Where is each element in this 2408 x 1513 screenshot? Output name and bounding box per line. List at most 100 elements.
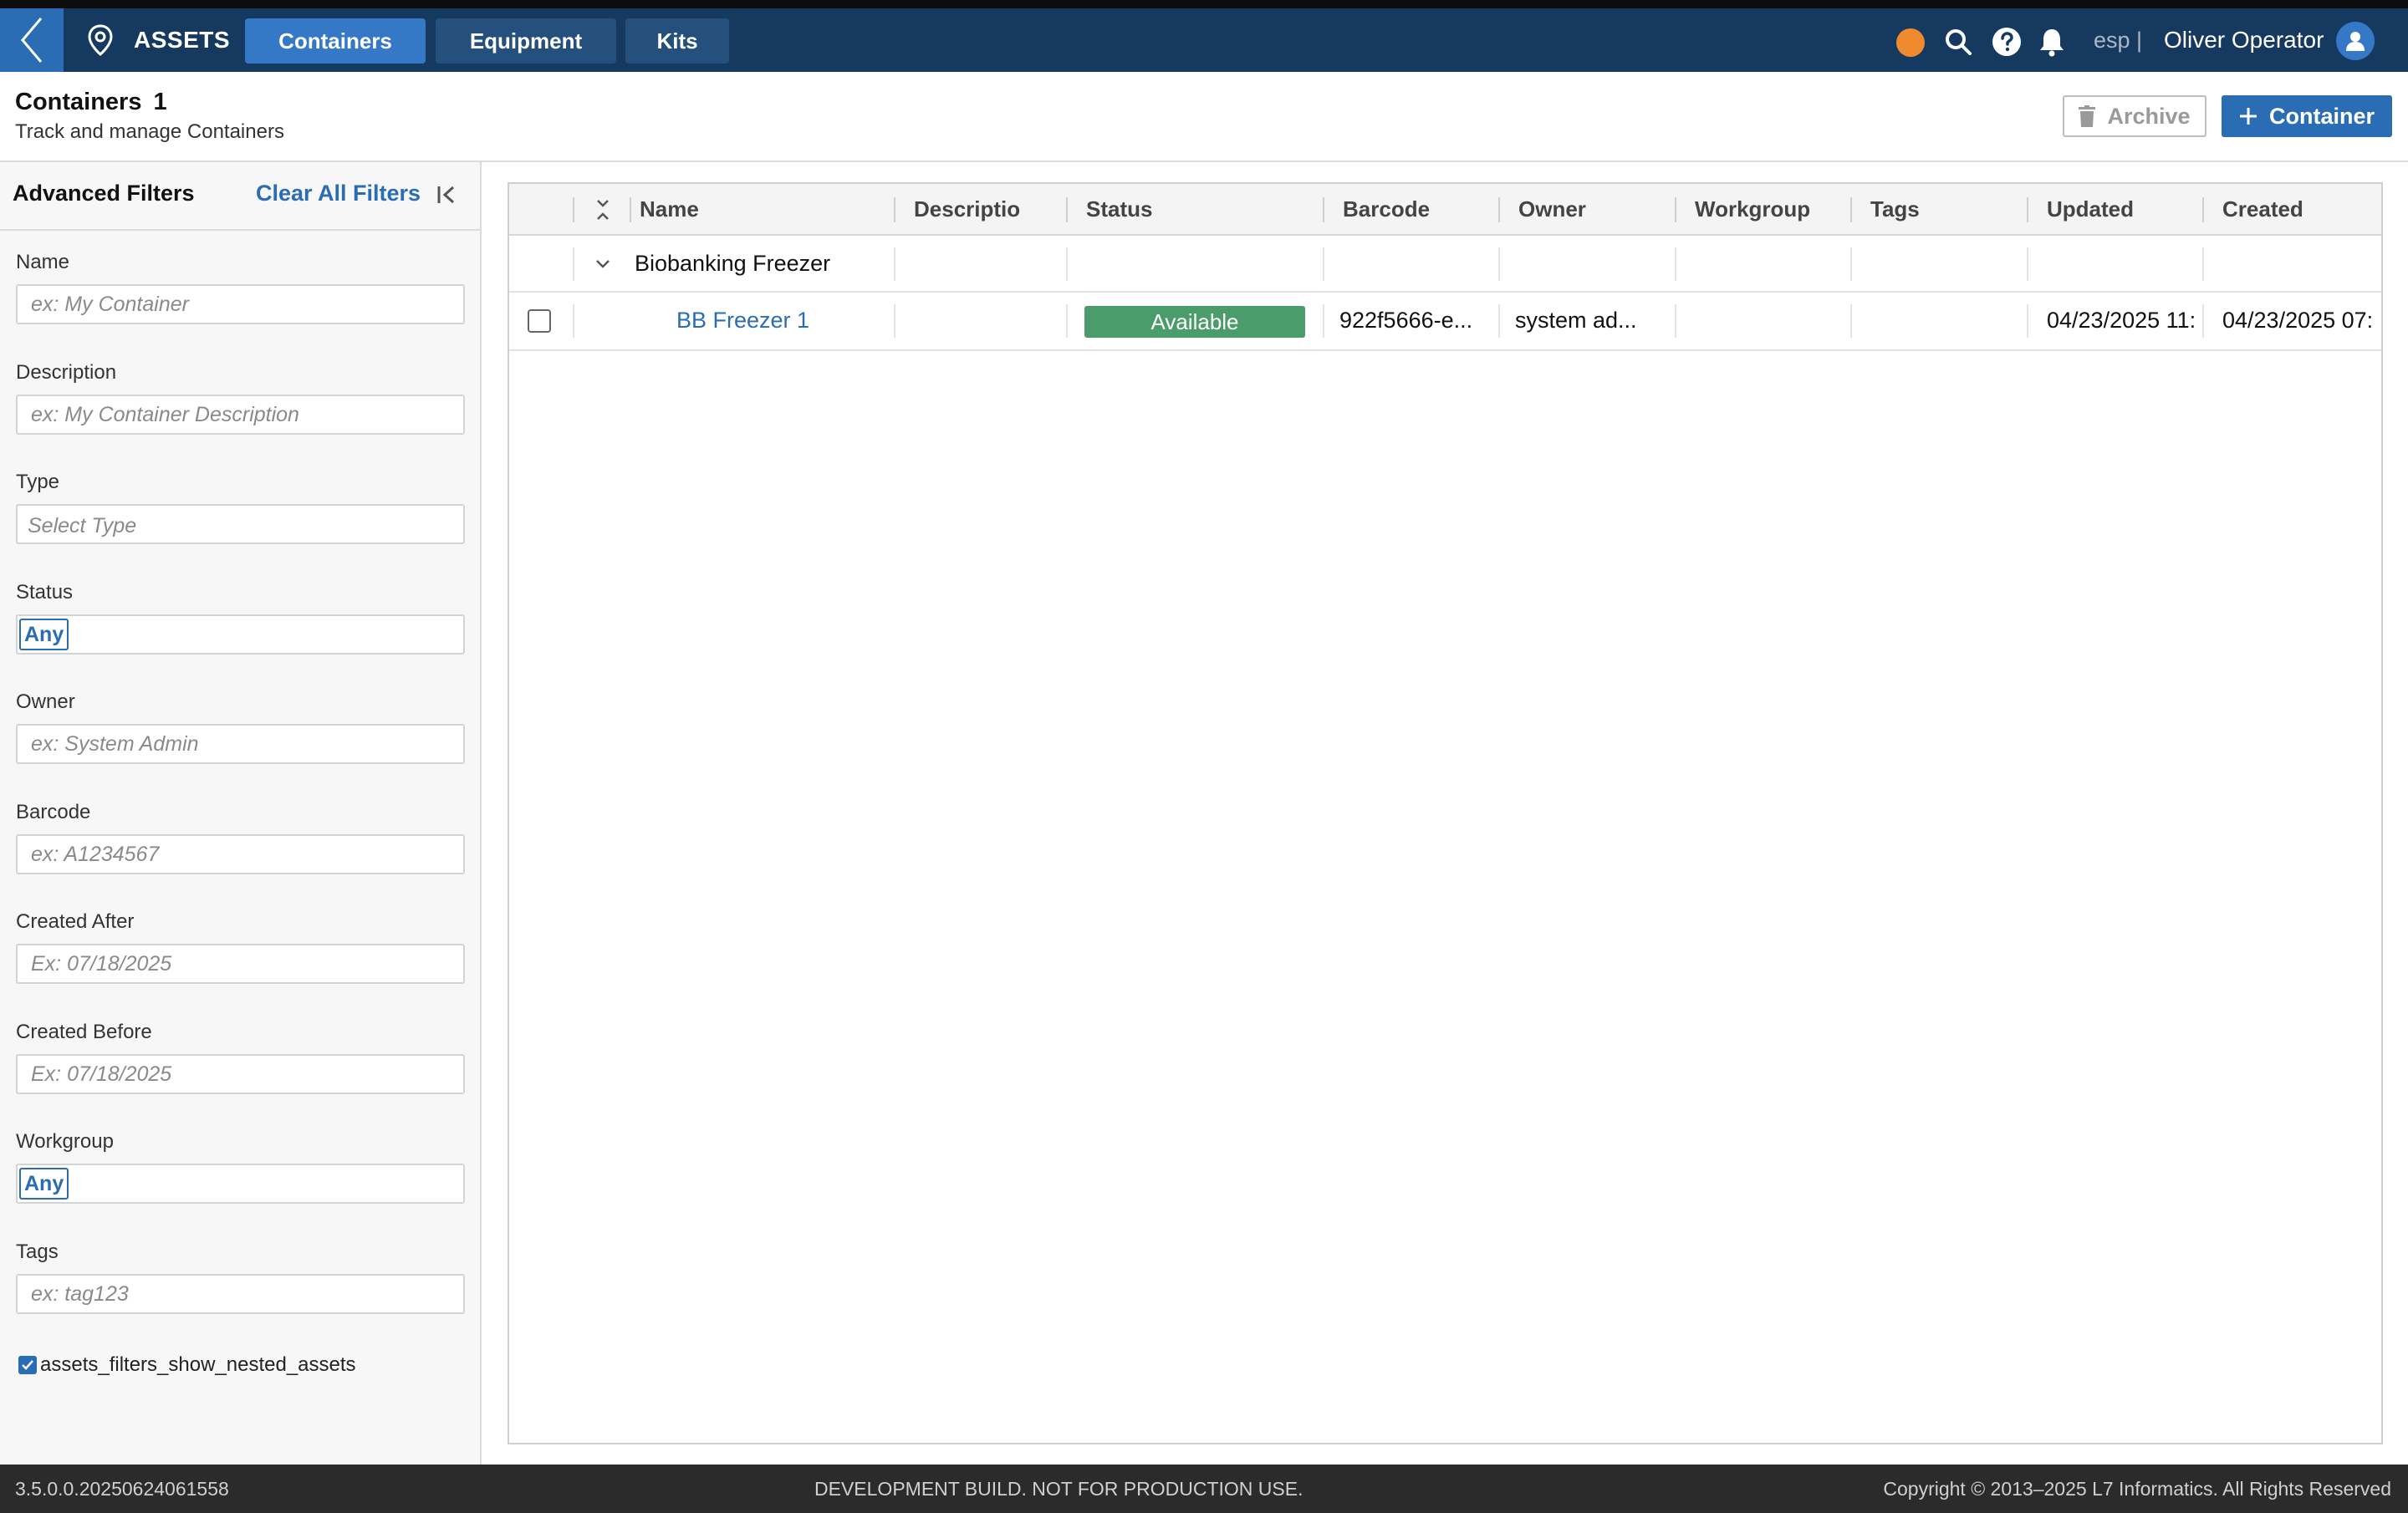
- advanced-filters-panel: Advanced Filters Clear All Filters Name …: [0, 162, 482, 1465]
- cell-separator: [573, 304, 574, 338]
- workgroup-filter-chip[interactable]: Any: [19, 1168, 69, 1200]
- cell-separator: [894, 304, 895, 338]
- cell-separator: [1850, 304, 1852, 338]
- name-filter-label: Name: [16, 251, 70, 273]
- column-separator: [894, 197, 895, 222]
- cell-separator: [2202, 247, 2204, 281]
- cell-separator: [1323, 304, 1324, 338]
- column-separator: [1498, 197, 1500, 222]
- language-label[interactable]: esp |: [2094, 8, 2142, 72]
- col-header-updated[interactable]: Updated: [2038, 184, 2206, 234]
- back-button[interactable]: [0, 8, 64, 72]
- description-filter-input[interactable]: [16, 395, 465, 435]
- page-title-text: Containers: [15, 89, 142, 115]
- column-separator: [2027, 197, 2028, 222]
- col-header-workgroup[interactable]: Workgroup: [1686, 184, 1820, 234]
- column-separator: [1066, 197, 1068, 222]
- window-top-strip: [0, 0, 2408, 8]
- page-count: 1: [153, 89, 167, 115]
- created-before-input[interactable]: [16, 1054, 465, 1094]
- search-icon[interactable]: [1941, 25, 1975, 59]
- group-row[interactable]: Biobanking Freezer: [509, 236, 2381, 293]
- col-header-status[interactable]: Status: [1078, 184, 1320, 234]
- row-name-link[interactable]: BB Freezer 1: [676, 308, 809, 334]
- page-header: Containers 1 Track and manage Containers …: [0, 72, 2408, 162]
- help-icon[interactable]: [1990, 25, 2023, 59]
- cell-separator: [1675, 247, 1676, 281]
- row-updated: 04/23/2025 11:: [2047, 308, 2196, 333]
- col-header-barcode[interactable]: Barcode: [1334, 184, 1502, 234]
- status-badge: Available: [1084, 306, 1305, 338]
- group-label: Biobanking Freezer: [635, 251, 831, 276]
- tab-containers[interactable]: Containers: [245, 18, 426, 64]
- archive-button-label: Archive: [2107, 103, 2191, 129]
- collapse-all-icon[interactable]: [594, 197, 611, 222]
- tab-equipment[interactable]: Equipment: [436, 18, 616, 64]
- chevron-down-icon[interactable]: [594, 256, 611, 273]
- trash-icon: [2079, 105, 2096, 127]
- col-header-name[interactable]: Name: [631, 184, 899, 234]
- status-filter-select[interactable]: Any: [16, 614, 465, 655]
- containers-grid: Name Descriptio Status Barcode Owner Wor…: [508, 182, 2383, 1444]
- add-container-label: Container: [2268, 103, 2375, 129]
- owner-filter-label: Owner: [16, 690, 75, 713]
- name-filter-input[interactable]: [16, 284, 465, 324]
- col-header-owner[interactable]: Owner: [1510, 184, 1677, 234]
- created-before-label: Created Before: [16, 1021, 152, 1043]
- description-filter-label: Description: [16, 361, 117, 384]
- chevron-left-icon: [21, 18, 43, 63]
- tab-kits[interactable]: Kits: [625, 18, 729, 64]
- show-nested-assets-label: assets_filters_show_nested_assets: [40, 1353, 356, 1376]
- cell-separator: [2202, 304, 2204, 338]
- location-pin-icon: [84, 23, 117, 57]
- tags-filter-label: Tags: [16, 1240, 59, 1263]
- table-row[interactable]: BB Freezer 1 Available 922f5666-e... sys…: [509, 293, 2381, 351]
- barcode-filter-label: Barcode: [16, 801, 91, 823]
- clear-all-filters-link[interactable]: Clear All Filters: [256, 181, 421, 206]
- cell-separator: [1498, 247, 1500, 281]
- workgroup-filter-label: Workgroup: [16, 1130, 114, 1153]
- col-header-description[interactable]: Descriptio: [906, 184, 1073, 234]
- row-created: 04/23/2025 07:: [2222, 308, 2374, 333]
- cell-separator: [2027, 304, 2028, 338]
- bell-icon[interactable]: [2035, 25, 2069, 59]
- cell-separator: [894, 247, 895, 281]
- filters-header: Advanced Filters Clear All Filters: [0, 162, 480, 231]
- cell-separator: [1498, 304, 1500, 338]
- created-after-label: Created After: [16, 910, 135, 933]
- type-filter-select[interactable]: Select Type: [16, 504, 465, 544]
- user-name[interactable]: Oliver Operator: [2164, 8, 2324, 72]
- status-indicator-dot[interactable]: [1896, 28, 1925, 57]
- column-separator: [2202, 197, 2204, 222]
- user-avatar-icon[interactable]: [2336, 22, 2375, 60]
- cell-separator: [1323, 247, 1324, 281]
- build-version: 3.5.0.0.20250624061558: [15, 1478, 229, 1500]
- column-separator: [573, 197, 574, 222]
- collapse-panel-icon[interactable]: [435, 182, 460, 207]
- status-filter-chip[interactable]: Any: [19, 619, 69, 650]
- page-subtitle: Track and manage Containers: [15, 120, 284, 143]
- app-title: ASSETS: [134, 27, 231, 53]
- filters-title: Advanced Filters: [13, 181, 195, 206]
- type-filter-placeholder: Select Type: [28, 514, 137, 537]
- column-separator: [1323, 197, 1324, 222]
- col-header-created[interactable]: Created: [2214, 184, 2381, 234]
- tags-filter-input[interactable]: [16, 1274, 465, 1314]
- row-select-checkbox[interactable]: [528, 309, 551, 333]
- plus-icon: [2239, 108, 2257, 125]
- owner-filter-input[interactable]: [16, 724, 465, 764]
- created-after-input[interactable]: [16, 944, 465, 984]
- barcode-filter-input[interactable]: [16, 834, 465, 874]
- add-container-button[interactable]: Container: [2222, 95, 2392, 137]
- column-separator: [1675, 197, 1676, 222]
- status-filter-label: Status: [16, 581, 74, 604]
- cell-separator: [573, 247, 574, 281]
- row-owner: system ad...: [1515, 308, 1637, 333]
- top-navbar: ASSETS Containers Equipment Kits esp | O…: [0, 8, 2408, 72]
- archive-button[interactable]: Archive: [2063, 95, 2206, 137]
- col-header-tags[interactable]: Tags: [1862, 184, 2029, 234]
- cell-separator: [1066, 304, 1068, 338]
- copyright-text: Copyright © 2013–2025 L7 Informatics. Al…: [1883, 1478, 2391, 1500]
- show-nested-assets-checkbox[interactable]: [18, 1356, 37, 1374]
- workgroup-filter-select[interactable]: Any: [16, 1164, 465, 1204]
